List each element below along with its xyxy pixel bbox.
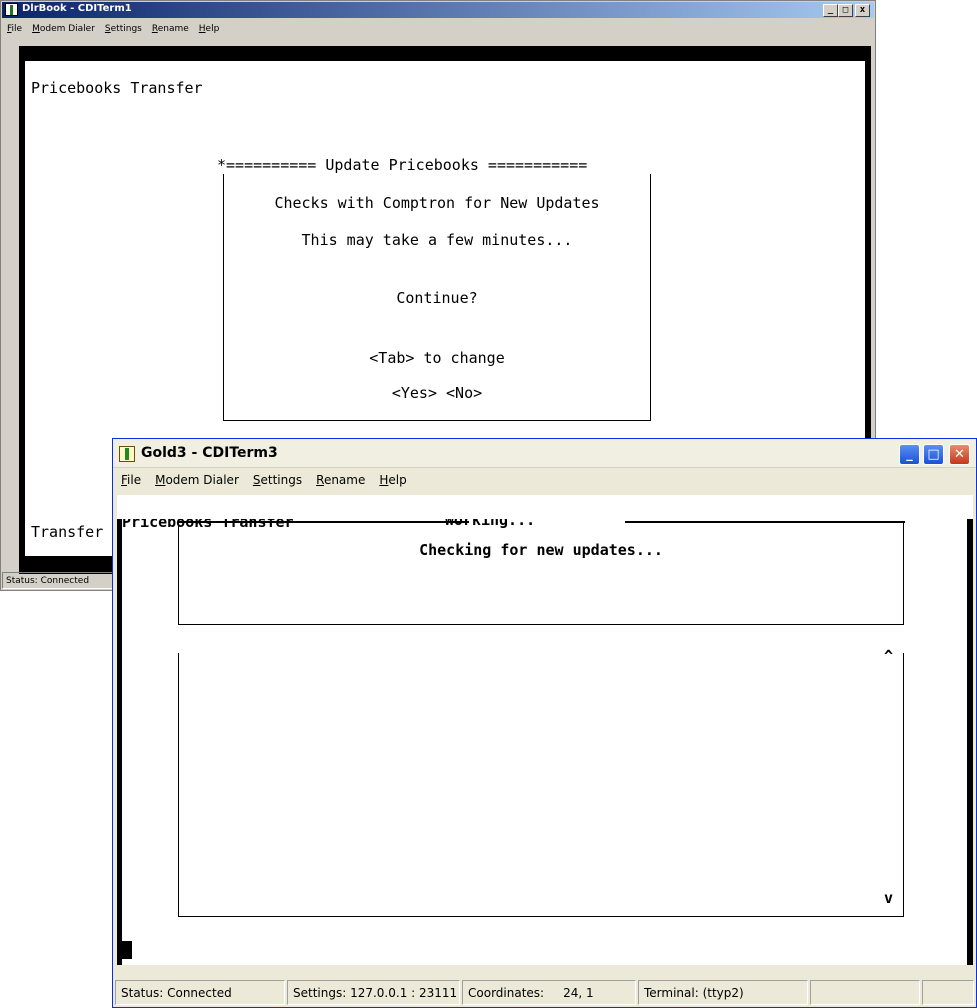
menu-rename[interactable]: Rename xyxy=(316,473,365,487)
menu-file[interactable]: File xyxy=(7,24,22,34)
dialog-buttons: <Yes> <No> xyxy=(223,384,651,402)
front-terminal-screen[interactable]: Pricebooks Transfer Working... Checking … xyxy=(117,495,973,965)
terminal-heading: Pricebooks Transfer xyxy=(31,79,203,97)
terminal-footer-text: Transfer xyxy=(31,523,104,541)
back-status-bar: Status: Connected xyxy=(2,572,114,589)
close-button[interactable]: ✕ xyxy=(949,444,970,465)
close-button[interactable]: x xyxy=(855,4,870,17)
menu-file[interactable]: File xyxy=(121,473,141,487)
menu-modem-dialer[interactable]: Modem Dialer xyxy=(155,473,239,487)
dialog-line-3: Continue? xyxy=(396,289,478,307)
front-status-bar: Status: Connected Settings: 127.0.0.1 : … xyxy=(115,980,974,1005)
resize-grip[interactable] xyxy=(922,980,974,1005)
yes-button[interactable]: <Yes> xyxy=(392,384,437,402)
menu-settings[interactable]: Settings xyxy=(253,473,302,487)
dialog-line-4: <Tab> to change xyxy=(369,349,505,367)
maximize-button[interactable]: □ xyxy=(838,4,853,17)
log-panel xyxy=(178,653,904,917)
status-settings: Settings: 127.0.0.1 : 23111 xyxy=(287,980,460,1005)
update-pricebooks-dialog: *========== Update Pricebooks ==========… xyxy=(217,156,653,421)
dialog-header: *========== Update Pricebooks ==========… xyxy=(217,156,653,174)
front-window-titlebar[interactable]: Gold3 - CDITerm3 _ □ ✕ xyxy=(113,439,976,468)
back-window-title: DlrBook - CDITerm1 xyxy=(22,3,132,14)
menu-help[interactable]: Help xyxy=(199,24,220,34)
scroll-up-indicator[interactable]: ^ xyxy=(884,647,893,665)
dialog-line-2: This may take a few minutes... xyxy=(301,231,573,249)
status-coordinates: Coordinates: 24, 1 xyxy=(462,980,636,1005)
working-message: Checking for new updates... xyxy=(419,541,663,559)
status-empty xyxy=(810,980,920,1005)
menu-settings[interactable]: Settings xyxy=(105,24,142,34)
scroll-down-indicator[interactable]: v xyxy=(884,889,893,907)
back-window-titlebar[interactable]: DlrBook - CDITerm1 _ □ x xyxy=(2,2,874,18)
working-title: Working... xyxy=(444,519,536,529)
front-window-title: Gold3 - CDITerm3 xyxy=(141,445,278,461)
status-connected: Status: Connected xyxy=(115,980,285,1005)
front-terminal-window[interactable]: Gold3 - CDITerm3 _ □ ✕ File Modem Dialer… xyxy=(112,438,977,1008)
dialog-line-1: Checks with Comptron for New Updates xyxy=(274,194,600,212)
status-terminal: Terminal: (ttyp2) xyxy=(638,980,808,1005)
front-menubar: File Modem Dialer Settings Rename Help xyxy=(113,469,976,491)
menu-rename[interactable]: Rename xyxy=(152,24,189,34)
minimize-button[interactable]: _ xyxy=(823,4,838,17)
working-panel xyxy=(178,521,905,625)
no-button[interactable]: <No> xyxy=(446,384,482,402)
back-menubar: File Modem Dialer Settings Rename Help xyxy=(3,20,219,38)
app-cactus-icon xyxy=(119,446,135,462)
maximize-button[interactable]: □ xyxy=(923,444,944,465)
minimize-button[interactable]: _ xyxy=(899,444,920,465)
menu-modem-dialer[interactable]: Modem Dialer xyxy=(32,24,95,34)
app-cactus-icon xyxy=(5,3,18,16)
text-cursor xyxy=(122,941,132,959)
menu-help[interactable]: Help xyxy=(379,473,406,487)
